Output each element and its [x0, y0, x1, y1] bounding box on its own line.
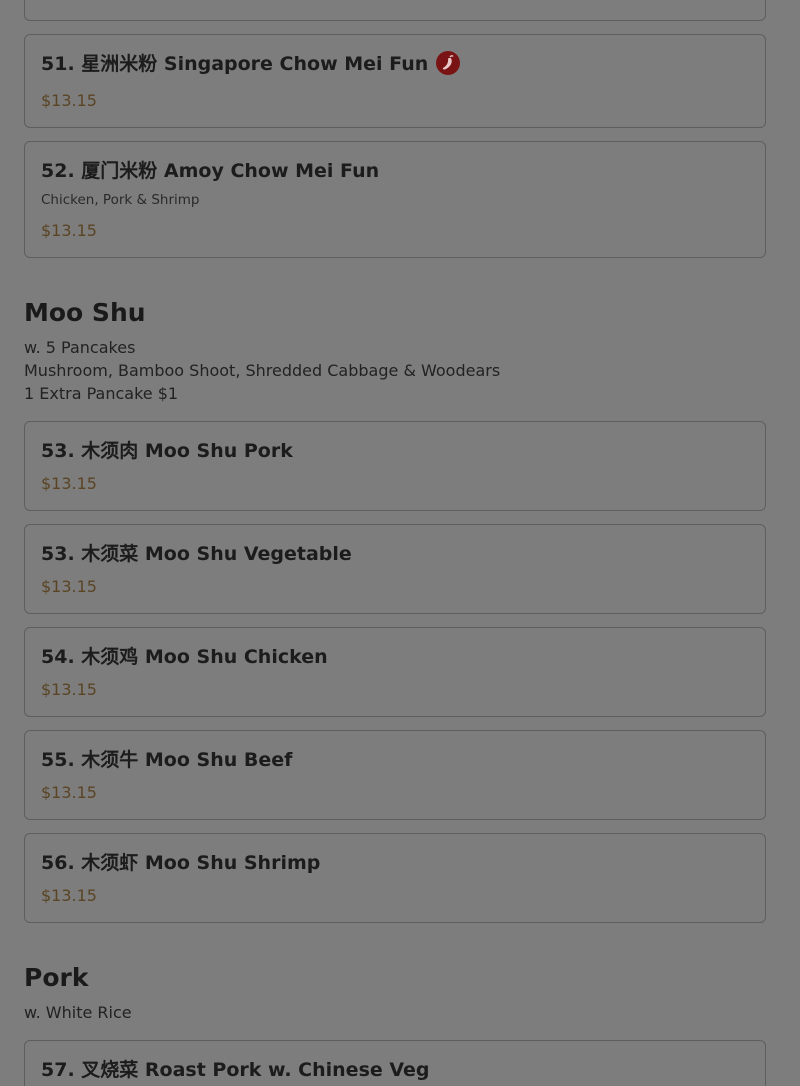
menu-item-title-text: 53. 木须肉 Moo Shu Pork — [41, 440, 293, 462]
menu-item-title-text: 51. 星洲米粉 Singapore Chow Mei Fun — [41, 53, 429, 75]
menu-item-title: 53. 木须菜 Moo Shu Vegetable — [41, 539, 352, 566]
menu-item-title: 55. 木须牛 Moo Shu Beef — [41, 745, 292, 772]
section-note: w. 5 Pancakes — [24, 338, 136, 357]
section-title-pork: Pork — [24, 963, 89, 992]
spicy-pepper-icon — [436, 50, 461, 75]
menu-item-price: $13.15 — [41, 91, 97, 110]
menu-item-title: 54. 木须鸡 Moo Shu Chicken — [41, 642, 328, 669]
menu-item-title-text: 57. 叉烧菜 Roast Pork w. Chinese Veg — [41, 1059, 430, 1081]
menu-item-price: $13.15 — [41, 680, 97, 699]
menu-item-card[interactable]: 54. 木须鸡 Moo Shu Chicken $13.15 — [24, 627, 766, 717]
menu-item-description: Chicken, Pork & Shrimp — [41, 192, 200, 208]
menu-item-price: $13.15 — [41, 783, 97, 802]
menu-item-card[interactable]: 51. 星洲米粉 Singapore Chow Mei Fun $13.15 — [24, 34, 766, 128]
menu-item-title: 51. 星洲米粉 Singapore Chow Mei Fun — [41, 49, 461, 76]
menu-item-title: 57. 叉烧菜 Roast Pork w. Chinese Veg — [41, 1055, 430, 1082]
menu-item-title-text: 53. 木须菜 Moo Shu Vegetable — [41, 543, 352, 565]
menu-item-card[interactable]: 56. 木须虾 Moo Shu Shrimp $13.15 — [24, 833, 766, 923]
menu-item-card[interactable]: 52. 厦门米粉 Amoy Chow Mei Fun Chicken, Pork… — [24, 141, 766, 258]
section-note: Mushroom, Bamboo Shoot, Shredded Cabbage… — [24, 361, 501, 380]
menu-item-title-text: 54. 木须鸡 Moo Shu Chicken — [41, 646, 328, 668]
menu-item-card-partial[interactable] — [24, 0, 766, 21]
menu-item-title-text: 55. 木须牛 Moo Shu Beef — [41, 749, 293, 771]
menu-item-price: $13.15 — [41, 577, 97, 596]
menu-page: 51. 星洲米粉 Singapore Chow Mei Fun $13.15 5… — [0, 0, 800, 1086]
menu-item-price: $13.15 — [41, 886, 97, 905]
menu-item-card[interactable]: 55. 木须牛 Moo Shu Beef $13.15 — [24, 730, 766, 820]
menu-item-title: 52. 厦门米粉 Amoy Chow Mei Fun — [41, 156, 379, 183]
section-note: 1 Extra Pancake $1 — [24, 384, 179, 403]
menu-item-card[interactable]: 53. 木须菜 Moo Shu Vegetable $13.15 — [24, 524, 766, 614]
menu-item-card[interactable]: 57. 叉烧菜 Roast Pork w. Chinese Veg — [24, 1040, 766, 1086]
menu-item-title: 53. 木须肉 Moo Shu Pork — [41, 436, 293, 463]
menu-item-title-text: 52. 厦门米粉 Amoy Chow Mei Fun — [41, 160, 380, 182]
menu-item-title: 56. 木须虾 Moo Shu Shrimp — [41, 848, 320, 875]
section-note: w. White Rice — [24, 1003, 132, 1022]
menu-item-price: $13.15 — [41, 221, 97, 240]
menu-item-price: $13.15 — [41, 474, 97, 493]
menu-item-title-text: 56. 木须虾 Moo Shu Shrimp — [41, 852, 321, 874]
section-title-moo-shu: Moo Shu — [24, 298, 146, 327]
menu-item-card[interactable]: 53. 木须肉 Moo Shu Pork $13.15 — [24, 421, 766, 511]
